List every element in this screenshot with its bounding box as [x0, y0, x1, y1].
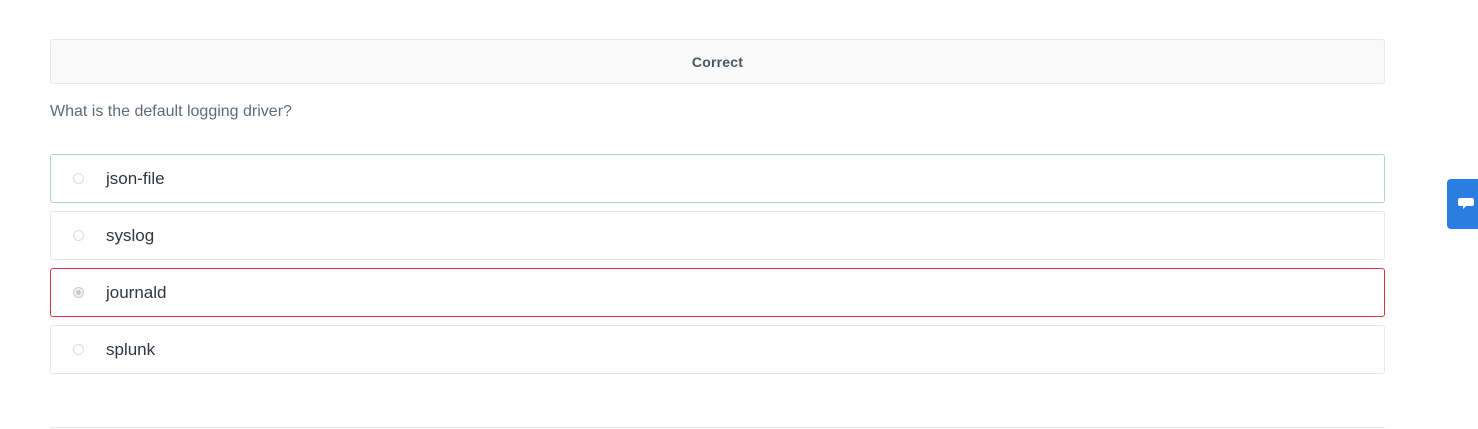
feedback-button[interactable]: [1447, 179, 1478, 229]
radio-button[interactable]: [73, 173, 84, 184]
quiz-page: Correct What is the default logging driv…: [0, 0, 1478, 429]
answer-option-label: syslog: [106, 225, 155, 245]
answer-option-splunk[interactable]: splunk: [50, 325, 1385, 374]
result-banner: Correct: [50, 39, 1385, 84]
speech-bubble-icon: [1457, 198, 1474, 209]
section-divider: [50, 427, 1385, 428]
answer-option-label: json-file: [106, 168, 165, 188]
result-status-text: Correct: [691, 53, 744, 70]
answer-option-journald[interactable]: journald: [50, 268, 1385, 317]
question-text: What is the default logging driver?: [50, 103, 292, 120]
answer-option-syslog[interactable]: syslog: [50, 211, 1385, 260]
answer-options-list: json-file syslog journald splunk: [50, 154, 1385, 382]
radio-button[interactable]: [73, 344, 84, 355]
radio-button[interactable]: [73, 230, 84, 241]
answer-option-label: journald: [106, 282, 167, 302]
answer-option-label: splunk: [106, 339, 156, 359]
answer-option-json-file[interactable]: json-file: [50, 154, 1385, 203]
radio-button-selected[interactable]: [73, 287, 84, 298]
